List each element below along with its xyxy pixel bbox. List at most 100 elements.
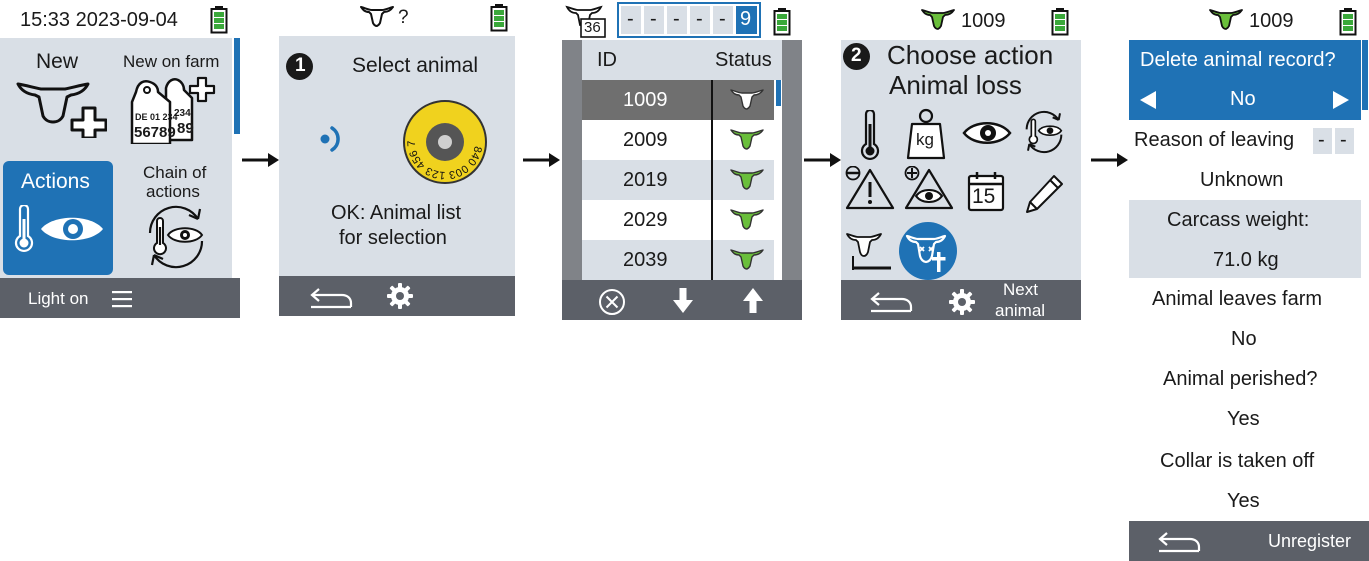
battery-icon <box>490 4 508 32</box>
cancel-icon[interactable] <box>598 288 626 316</box>
list-scrollbar[interactable] <box>776 80 781 106</box>
step-two-number: 2 <box>851 45 862 66</box>
scrollbar[interactable] <box>234 38 240 134</box>
back-icon[interactable] <box>869 289 913 313</box>
herd-count-icon: 36 <box>565 3 609 39</box>
delete-question: Delete animal record? <box>1140 49 1336 71</box>
battery-icon <box>210 6 228 34</box>
table-row[interactable]: 2029 <box>582 200 774 240</box>
next-animal-line2[interactable]: animal <box>995 301 1045 321</box>
step-one-badge: 1 <box>286 53 313 80</box>
carcass-weight-field[interactable]: Carcass weight: 71.0 kg <box>1129 200 1361 278</box>
cow-white-icon <box>730 88 764 112</box>
weight-kg-label: kg <box>916 130 934 149</box>
observation-add-icon[interactable] <box>904 166 954 210</box>
warning-remove-icon[interactable] <box>845 166 895 210</box>
status-animal-id: 1009 <box>1249 10 1294 32</box>
arrow-up-icon[interactable] <box>742 287 764 313</box>
table-row[interactable]: 1009 <box>582 80 774 120</box>
unregister-button[interactable]: Unregister <box>1268 531 1351 552</box>
animal-loss-button[interactable] <box>899 222 957 280</box>
leaves-farm-label: Animal leaves farm <box>1152 288 1323 310</box>
animal-list: ID Status 1009 2009 2019 2029 2039 <box>582 40 782 280</box>
reason-code-cell[interactable]: - <box>1313 128 1332 154</box>
list-header: ID Status <box>582 40 782 80</box>
scrollbar[interactable] <box>1362 40 1368 110</box>
digit-cell[interactable]: - <box>690 6 710 34</box>
row-animal-id: 2039 <box>623 249 668 271</box>
calendar-icon[interactable]: 15 <box>967 170 1005 212</box>
gear-icon[interactable] <box>949 289 975 315</box>
status-animal-id: 1009 <box>961 10 1006 32</box>
status-time: 15:33 2023-09-04 <box>20 9 178 31</box>
tile-new-on-farm-label: New on farm <box>123 52 220 71</box>
animal-loss-icon <box>905 234 947 272</box>
menu-icon[interactable] <box>112 290 132 308</box>
chain-cycle-icon[interactable] <box>1020 108 1068 156</box>
cow-green-icon <box>1209 8 1243 32</box>
digit-cell[interactable]: - <box>644 6 664 34</box>
digit-cell[interactable]: - <box>667 6 687 34</box>
tile-new-label: New <box>36 50 79 73</box>
next-option-icon[interactable] <box>1332 90 1350 110</box>
tile-chain-line2: actions <box>146 182 200 201</box>
prev-option-icon[interactable] <box>1139 90 1157 110</box>
row-animal-id: 2019 <box>623 169 668 191</box>
table-row[interactable]: 2009 <box>582 120 774 160</box>
reason-code-cell[interactable]: - <box>1335 128 1354 154</box>
cow-green-icon <box>730 248 764 272</box>
perished-value[interactable]: Yes <box>1227 408 1260 431</box>
carcass-weight-label: Carcass weight: <box>1167 209 1310 231</box>
next-animal-line1[interactable]: Next <box>1003 280 1038 300</box>
flow-arrow-icon <box>1091 152 1129 168</box>
collar-label: Collar is taken off <box>1160 450 1315 472</box>
gear-icon[interactable] <box>387 283 413 309</box>
tile-new[interactable]: New <box>5 42 113 154</box>
leaves-farm-value[interactable]: No <box>1231 328 1257 351</box>
tile-chain-of-actions[interactable]: Chain of actions <box>118 161 232 275</box>
tag-front-line2: 56789 <box>134 124 176 141</box>
yellow-tag-icon: 840 003 123 456 789 <box>402 99 488 185</box>
hint-line1: OK: Animal list <box>331 202 462 224</box>
digit-entry-field[interactable]: - - - - - 9 <box>617 2 761 38</box>
footer-bar <box>279 276 515 316</box>
collar-value[interactable]: Yes <box>1227 490 1260 513</box>
cow-green-icon <box>730 208 764 232</box>
cow-green-icon <box>730 128 764 152</box>
eye-icon[interactable] <box>962 118 1012 148</box>
rfid-signal-icon <box>318 124 346 154</box>
table-row[interactable]: 2039 <box>582 240 774 280</box>
digit-cell[interactable]: - <box>713 6 733 34</box>
delete-record-selector[interactable]: Delete animal record? No <box>1129 40 1361 120</box>
thermometer-icon[interactable] <box>858 110 882 162</box>
tag-front-line1: DE 01 234 <box>135 112 178 122</box>
weight-icon[interactable]: kg <box>906 108 946 160</box>
table-row[interactable]: 2019 <box>582 160 774 200</box>
light-on-button[interactable]: Light on <box>28 289 89 309</box>
ear-tag-add-icon: 234 89 DE 01 234 56789 <box>130 72 230 144</box>
reason-value: Unknown <box>1200 169 1284 191</box>
status-animal-id: ? <box>398 7 409 28</box>
cow-remove-icon[interactable] <box>845 230 893 272</box>
column-id: ID <box>597 49 617 71</box>
flow-arrow-icon <box>242 152 280 168</box>
digit-cell-active[interactable]: 9 <box>736 6 757 34</box>
footer-bar: Unregister <box>1129 521 1369 561</box>
delete-answer: No <box>1230 88 1256 110</box>
pencil-icon[interactable] <box>1024 172 1066 214</box>
reason-label: Reason of leaving <box>1134 129 1295 151</box>
back-icon[interactable] <box>1157 529 1201 553</box>
cow-outline-icon <box>360 5 394 29</box>
tile-actions[interactable]: Actions <box>3 161 113 275</box>
arrow-down-icon[interactable] <box>672 288 694 314</box>
battery-icon <box>773 8 791 36</box>
column-divider <box>711 80 713 280</box>
back-icon[interactable] <box>309 285 353 309</box>
chain-cycle-icon <box>140 203 212 271</box>
choose-action-subtitle: Animal loss <box>889 70 1022 100</box>
thermometer-icon <box>13 205 35 253</box>
digit-cell[interactable]: - <box>621 6 641 34</box>
calendar-day: 15 <box>972 185 996 208</box>
row-animal-id: 2029 <box>623 209 668 231</box>
tile-new-on-farm[interactable]: New on farm 234 89 DE 01 234 56789 <box>118 42 232 154</box>
